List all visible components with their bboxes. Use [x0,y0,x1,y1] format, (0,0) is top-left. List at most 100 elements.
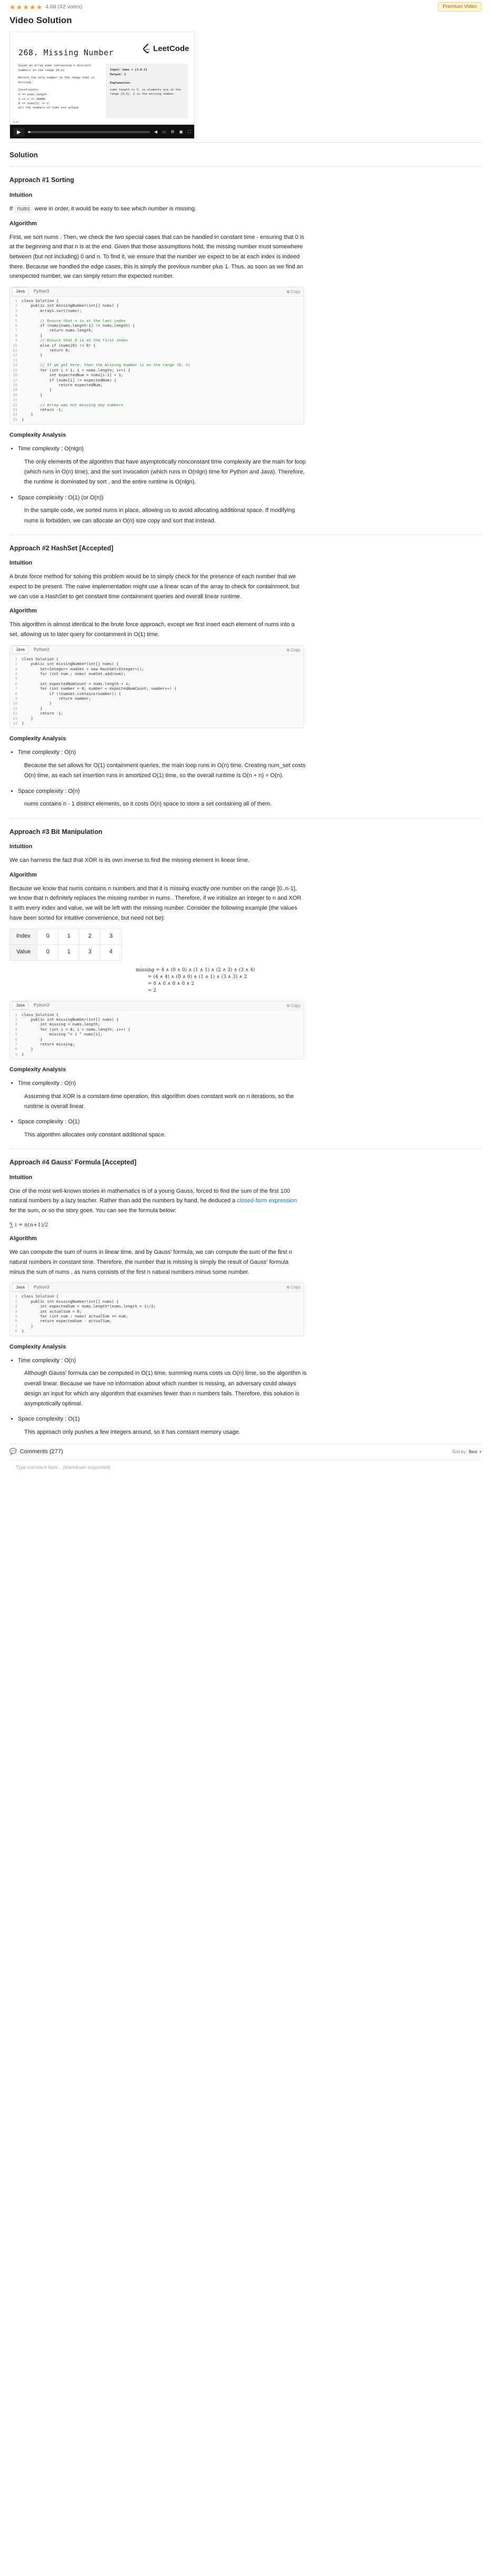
line-number: 1 [15,1012,17,1017]
tab-python3[interactable]: Python3 [31,646,52,653]
tab-java[interactable]: Java [12,1283,28,1292]
complexity-list: Time complexity : O(nlgn) [18,444,482,454]
code-line: 1 class Solution { [10,1294,304,1299]
code-text: } [22,1323,33,1329]
video-constraint: n == nums.length [18,93,47,97]
copy-button[interactable]: ⧉ Copy [287,289,300,295]
code-line: 23 return -1; [10,407,304,412]
fullscreen-icon[interactable]: ⛶ [187,129,192,135]
intuition-text-2: for the sum, or so the story goes. You c… [9,1208,176,1214]
rating-stars[interactable]: ★ ★ ★ ★ ★ [9,4,42,11]
table-cell: 0 [37,928,59,945]
star-icon[interactable]: ★ [29,4,36,11]
copy-button[interactable]: ⧉ Copy [287,1003,300,1009]
tab-java[interactable]: Java [12,646,28,655]
tab-java[interactable]: Java [12,1001,28,1010]
star-icon[interactable]: ★ [16,4,23,11]
solution-heading: Solution [9,151,38,159]
line-number: 9 [15,338,17,343]
code-line: 3 int expectedSum = nums.length*(nums.le… [10,1304,304,1309]
star-icon[interactable]: ★ [23,4,29,11]
code-line: 3 Set<Integer> numSet = new HashSet<Inte… [10,667,304,671]
rating-text: 4.68 (42 votes) [45,3,83,10]
line-number: 6 [15,323,17,328]
approach-4-title: Approach #4 Gauss' Formula [Accepted] [9,1159,137,1166]
settings-icon[interactable]: ⚙ [170,129,175,135]
play-button[interactable]: ▶ [13,128,25,137]
intuition-post: were in order, it would be easy to see w… [34,205,197,212]
code-text: // Ensure that 0 is at the first index [22,338,128,343]
code-line: 3 int missing = nums.length; [10,1022,304,1027]
comment-input[interactable]: Type comment here... (Markdown supported… [9,1460,482,1478]
approach-1-title: Approach #1 Sorting [9,176,74,184]
line-number: 8 [15,1329,17,1334]
video-problem-title: 268. Missing Number [18,48,114,58]
star-icon[interactable]: ★ [36,4,43,11]
sort-dropdown[interactable]: Sort by: Best ▾ [452,1449,482,1455]
line-number: 11 [13,348,17,353]
code-lines: 1 class Solution {2 public int missingNum… [10,1011,304,1059]
code-line: 12 return -1; [10,711,304,716]
line-number: 1 [15,656,17,661]
code-text: return number; [22,696,91,701]
line-number: 18 [13,382,17,387]
code-text: for (int num : nums) actualSum += num; [22,1314,128,1319]
line-number: 20 [13,392,17,397]
code-text: // Array was not missing any numbers [22,402,124,407]
code-text: } [22,1329,24,1334]
line-number: 2 [15,1299,17,1304]
video-example-input: Input: nums = [3,0,1] [110,68,147,72]
captions-icon[interactable]: ▭ [162,129,167,135]
tab-java[interactable]: Java [12,287,28,296]
code-line: 8 if (!numSet.contains(number)) { [10,691,304,696]
copy-button[interactable]: ⧉ Copy [287,1284,300,1291]
code-text: return missing; [22,1041,75,1046]
video-constraint: 0 <= nums[i] <= n [18,102,49,106]
copy-button[interactable]: ⧉ Copy [287,647,300,653]
volume-icon[interactable]: ◀ [153,129,158,135]
line-number: 7 [15,1323,17,1329]
tab-python3[interactable]: Python3 [31,288,52,295]
line-number: 25 [13,417,17,422]
code-line: 2 public int missingNumber(int[] nums) { [10,303,304,308]
table-cell: 3 [79,944,101,961]
table-header-cell: Index [9,928,38,945]
rating-row: ★ ★ ★ ★ ★ 4.68 (42 votes) Premium Video [9,1,482,13]
complexity-heading: Complexity Analysis [9,1343,66,1350]
code-text: for (int num : nums) numSet.add(num); [22,671,126,676]
sort-value: Best [468,1449,477,1454]
video-desc-2: Return the only number in the range that… [18,76,95,84]
complexity-list: Space complexity : O(n) [18,787,482,797]
code-line: 25} [10,417,304,422]
complexity-list: Space complexity : O(1) [18,1117,482,1127]
code-line: 18 return expectedNum; [10,383,304,387]
pip-icon[interactable]: ▣ [178,129,184,135]
tab-python3[interactable]: Python3 [31,1002,52,1009]
code-block: Java Python3 ⧉ Copy 1 class Solution {2 pu… [9,1282,304,1336]
code-line: 8 } [10,333,304,338]
code-line: 7 } [10,1324,304,1329]
code-line: 9} [10,1052,304,1056]
algorithm-text: We can compute the sum of nums in linear… [9,1249,292,1275]
line-number: 2 [15,661,17,667]
line-number: 10 [13,701,17,706]
video-player[interactable]: 268. Missing Number LeetCode Given an ar… [9,32,195,139]
code-text: int expectedNumCount = nums.length + 1; [22,681,131,686]
complexity-list: Time complexity : O(n) [18,1356,482,1366]
video-progress-bar[interactable] [28,131,150,134]
code-text: } [22,1046,33,1052]
code-line: 9 // Ensure that 0 is at the first index [10,338,304,343]
tab-python3[interactable]: Python3 [31,1284,52,1291]
code-text: int missing = nums.length; [22,1022,101,1027]
copy-icon: ⧉ [286,647,290,652]
code-block: Java Python3 ⧉ Copy 1 class Solution {2 pu… [9,645,304,729]
code-lines: 1 class Solution {2 public int missingNum… [10,297,304,424]
code-text: for (int number = 0; number < expectedNu… [22,686,177,691]
code-text: } [22,417,24,422]
line-number: 5 [15,676,17,681]
line-number: 9 [15,1051,17,1056]
closed-form-link[interactable]: closed-form expression [237,1198,297,1204]
intuition-heading: Intuition [9,843,33,850]
star-icon[interactable]: ★ [9,4,16,11]
code-text: Arrays.sort(nums); [22,308,82,313]
